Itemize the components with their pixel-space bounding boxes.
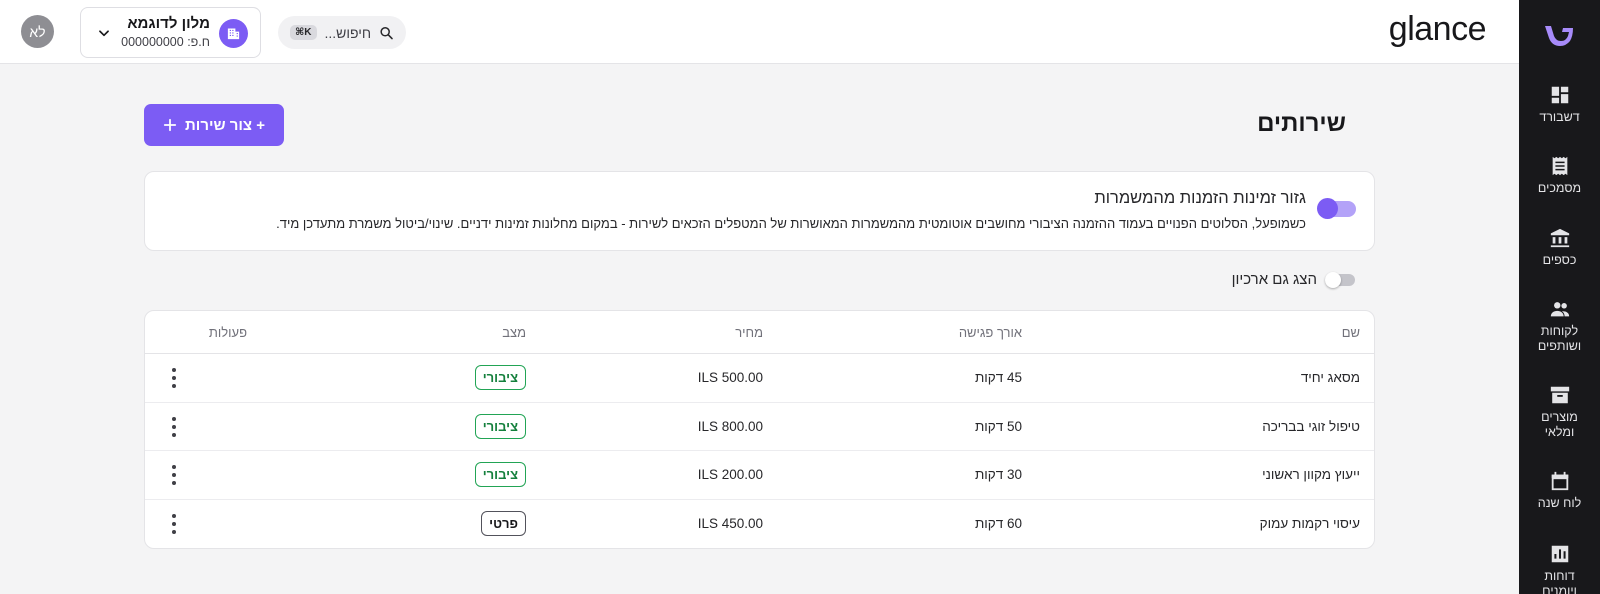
table-row[interactable]: ייעוץ מקוון ראשוני 30 דקות ILS 200.00 צי… bbox=[145, 451, 1374, 500]
sidebar-item-label: ויומנים bbox=[1542, 584, 1577, 594]
table-header: שם אורך פגישה מחיר מצב פעולות bbox=[145, 311, 1374, 354]
shift-availability-toggle[interactable] bbox=[1317, 198, 1356, 219]
table-row[interactable]: טיפול זוגי בבריכה 50 דקות ILS 800.00 ציב… bbox=[145, 403, 1374, 451]
show-archive-label: הצג גם ארכיון bbox=[1231, 271, 1317, 288]
business-name: מלון לדוגמא bbox=[127, 15, 210, 32]
sidebar-item-label: לוח שנה bbox=[1537, 496, 1582, 510]
sidebar-item-label: מוצרים bbox=[1541, 410, 1578, 424]
row-actions-menu-icon[interactable] bbox=[171, 513, 177, 534]
sidebar-item-calendar[interactable]: לוח שנה bbox=[1519, 470, 1600, 511]
sidebar-item-label: כספים bbox=[1542, 253, 1577, 267]
shift-availability-title: גזור זמינות הזמנות מהמשמרות bbox=[1094, 189, 1306, 207]
business-id: ח.פ: 000000000 bbox=[121, 35, 210, 49]
sidebar-item-dashboard[interactable]: דשבורד bbox=[1519, 84, 1600, 125]
column-header-name: שם bbox=[1341, 325, 1360, 340]
status-badge: ציבורי bbox=[474, 365, 526, 390]
sidebar: דשבורד מסמכים כספים לקוחות ושותפים מוצרי… bbox=[1519, 0, 1600, 594]
shift-availability-description: כשמופעל, הסלוטים הפנויים בעמוד ההזמנה הצ… bbox=[276, 216, 1306, 231]
add-service-label: + צור שירות bbox=[185, 116, 265, 134]
row-actions-menu-icon[interactable] bbox=[171, 368, 177, 388]
service-price: ILS 450.00 bbox=[697, 515, 763, 531]
column-header-price: מחיר bbox=[735, 325, 763, 340]
topbar: glance חיפוש... ⌘K מלון לדוגמא ח.פ: 0000… bbox=[0, 0, 1519, 64]
service-name: טיפול זוגי בבריכה bbox=[1262, 418, 1360, 434]
service-length: 50 דקות bbox=[974, 418, 1022, 434]
glance-logo-icon[interactable] bbox=[1542, 22, 1576, 48]
status-badge: ציבורי bbox=[474, 462, 526, 487]
table-row[interactable]: מסאג יחיד 45 דקות ILS 500.00 ציבורי bbox=[145, 354, 1374, 403]
row-actions-menu-icon[interactable] bbox=[171, 416, 177, 437]
table-row[interactable]: עיסוי רקמות עמוק 60 דקות ILS 450.00 פרטי bbox=[145, 500, 1374, 549]
people-icon bbox=[1550, 302, 1569, 317]
add-service-button[interactable]: + צור שירות bbox=[144, 104, 284, 146]
service-name: עיסוי רקמות עמוק bbox=[1259, 515, 1360, 531]
service-price: ILS 200.00 bbox=[697, 467, 763, 482]
search-shortcut: ⌘K bbox=[290, 25, 317, 40]
sidebar-item-label: לקוחות bbox=[1540, 324, 1579, 338]
chevron-down-icon bbox=[99, 30, 109, 37]
service-length: 45 דקות bbox=[974, 370, 1022, 385]
sidebar-item-label: ומלאי bbox=[1544, 425, 1575, 439]
dashboard-icon bbox=[1551, 86, 1568, 104]
column-header-status: מצב bbox=[502, 325, 526, 340]
search-placeholder: חיפוש... bbox=[324, 24, 372, 41]
service-price: ILS 500.00 bbox=[697, 370, 763, 385]
brand-logo[interactable]: glance bbox=[1389, 10, 1487, 49]
sidebar-item-label: ושותפים bbox=[1537, 339, 1582, 353]
sidebar-item-label: דשבורד bbox=[1539, 110, 1580, 124]
service-name: מסאג יחיד bbox=[1300, 370, 1360, 385]
toggle-knob bbox=[1325, 271, 1341, 288]
sidebar-item-finance[interactable]: כספים bbox=[1519, 227, 1600, 268]
archive-icon bbox=[1550, 386, 1569, 404]
service-length: 30 דקות bbox=[974, 467, 1022, 482]
bar-chart-icon bbox=[1551, 545, 1568, 563]
business-switcher[interactable]: מלון לדוגמא ח.פ: 000000000 bbox=[80, 7, 261, 58]
search-icon bbox=[380, 26, 393, 39]
service-length: 60 דקות bbox=[974, 515, 1022, 531]
shift-availability-card: גזור זמינות הזמנות מהמשמרות כשמופעל, הסל… bbox=[144, 171, 1375, 251]
row-actions-menu-icon[interactable] bbox=[171, 465, 177, 485]
plus-icon bbox=[163, 118, 177, 132]
status-badge: ציבורי bbox=[474, 413, 526, 439]
building-icon bbox=[219, 19, 248, 48]
page-title: שירותים bbox=[1257, 110, 1346, 137]
sidebar-item-customers[interactable]: לקוחות ושותפים bbox=[1519, 298, 1600, 354]
calendar-icon bbox=[1551, 471, 1568, 491]
search-input[interactable]: חיפוש... ⌘K bbox=[278, 16, 406, 49]
receipt-icon bbox=[1552, 156, 1567, 176]
column-header-actions: פעולות bbox=[208, 325, 247, 340]
user-avatar[interactable]: לא bbox=[21, 15, 54, 48]
show-archive-toggle-row[interactable]: הצג גם ארכיון bbox=[1232, 271, 1355, 288]
sidebar-item-label: מסמכים bbox=[1537, 181, 1582, 195]
toggle-knob bbox=[1317, 198, 1338, 219]
service-price: ILS 800.00 bbox=[697, 418, 763, 434]
sidebar-item-products[interactable]: מוצרים ומלאי bbox=[1519, 384, 1600, 440]
status-badge: פרטי bbox=[481, 510, 526, 536]
column-header-length: אורך פגישה bbox=[958, 325, 1022, 340]
services-table: שם אורך פגישה מחיר מצב פעולות מסאג יחיד … bbox=[144, 310, 1375, 549]
sidebar-item-label: דוחות bbox=[1544, 569, 1575, 583]
sidebar-item-documents[interactable]: מסמכים bbox=[1519, 155, 1600, 196]
service-name: ייעוץ מקוון ראשוני bbox=[1262, 467, 1360, 482]
bank-icon bbox=[1550, 228, 1569, 248]
sidebar-item-reports[interactable]: דוחות ויומנים bbox=[1519, 543, 1600, 594]
show-archive-toggle[interactable] bbox=[1325, 271, 1355, 288]
